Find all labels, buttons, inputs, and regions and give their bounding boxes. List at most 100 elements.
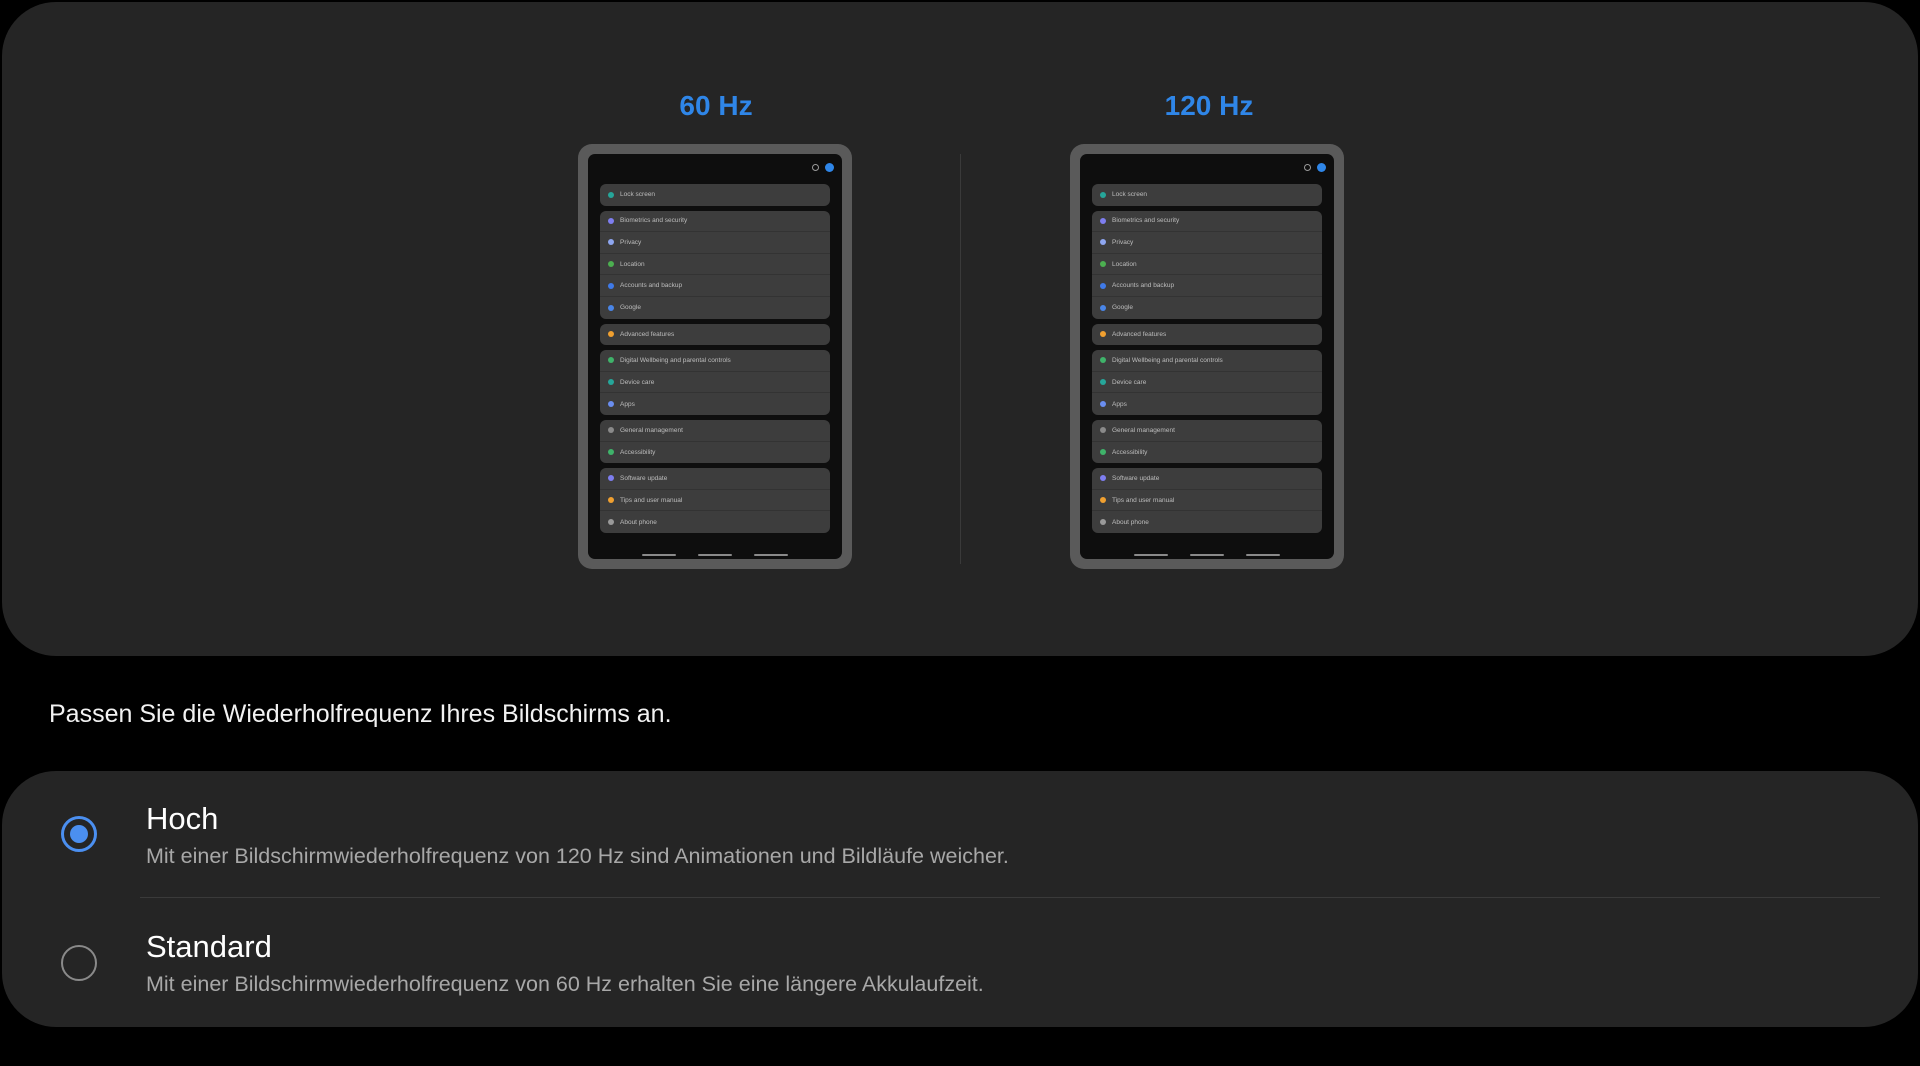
settings-row: Digital Wellbeing and parental controls [1092, 350, 1322, 372]
settings-group: Software update Tips and user manual About… [1092, 468, 1322, 533]
settings-row: Location [1092, 254, 1322, 276]
setting-dot-icon [1100, 427, 1106, 434]
settings-row-label: Google [620, 304, 641, 312]
settings-row-label: Accessibility [620, 448, 656, 456]
settings-row-label: Lock screen [620, 191, 656, 199]
navigation-bar [1080, 554, 1334, 556]
settings-row: Google [600, 297, 830, 319]
divider [960, 154, 961, 564]
setting-dot-icon [1100, 261, 1106, 268]
search-icon [1304, 164, 1311, 171]
label-60hz: 60 Hz [679, 90, 753, 121]
setting-dot-icon [1100, 217, 1106, 224]
settings-row-label: Location [1112, 260, 1137, 268]
settings-row: Lock screen [1092, 184, 1322, 206]
settings-row: Advanced features [600, 324, 830, 346]
radio-standard[interactable] [61, 945, 97, 981]
setting-dot-icon [608, 282, 614, 289]
settings-row-label: General management [1112, 426, 1175, 434]
setting-dot-icon [608, 191, 614, 198]
settings-group: Digital Wellbeing and parental controls D… [600, 350, 830, 415]
setting-dot-icon [1100, 475, 1106, 482]
settings-row-label: Software update [620, 474, 668, 482]
setting-dot-icon [1100, 379, 1106, 386]
settings-row: Tips and user manual [600, 490, 830, 512]
label-120hz: 120 Hz [1164, 90, 1254, 121]
settings-list: Lock screen Biometrics and security Privac… [600, 184, 830, 538]
setting-dot-icon [608, 357, 614, 364]
radio-high[interactable] [61, 816, 97, 852]
settings-row: General management [600, 420, 830, 442]
settings-row-label: Privacy [620, 238, 642, 246]
settings-group: Lock screen [600, 184, 830, 206]
settings-group: General management Accessibility [1092, 419, 1322, 464]
settings-row: Apps [600, 393, 830, 415]
option-divider [140, 897, 1880, 898]
settings-row: Tips and user manual [1092, 490, 1322, 512]
option-standard-description: Mit einer Bildschirmwiederholfrequenz vo… [146, 972, 984, 996]
option-standard[interactable]: Standard Mit einer Bildschirmwiederholfr… [2, 899, 1918, 1027]
settings-row-label: Location [620, 260, 645, 268]
settings-row-label: Advanced features [620, 330, 675, 338]
settings-row: Apps [1092, 393, 1322, 415]
settings-row: Privacy [600, 232, 830, 254]
settings-list: Lock screen Biometrics and security Privac… [1092, 184, 1322, 538]
settings-row-label: Software update [1112, 474, 1160, 482]
refresh-rate-options: Hoch Mit einer Bildschirmwiederholfreque… [2, 771, 1918, 1027]
option-high[interactable]: Hoch Mit einer Bildschirmwiederholfreque… [2, 771, 1918, 899]
settings-row-label: About phone [1112, 518, 1149, 526]
option-standard-title: Standard [146, 929, 272, 964]
setting-dot-icon [1100, 239, 1106, 246]
settings-row-label: Accessibility [1112, 448, 1148, 456]
settings-group: Digital Wellbeing and parental controls D… [1092, 350, 1322, 415]
settings-group: Advanced features [1092, 323, 1322, 346]
settings-row-label: Device care [620, 378, 655, 386]
settings-row: Software update [1092, 468, 1322, 490]
settings-group: General management Accessibility [600, 419, 830, 464]
setting-dot-icon [608, 497, 614, 504]
setting-dot-icon [608, 449, 614, 456]
tablet-preview-60hz: Lock screen Biometrics and security Privac… [578, 144, 852, 569]
settings-row: Accessibility [600, 442, 830, 464]
refresh-rate-caption: Passen Sie die Wiederholfrequenz Ihres B… [49, 700, 672, 728]
settings-row: Accessibility [1092, 442, 1322, 464]
setting-dot-icon [608, 401, 614, 408]
setting-dot-icon [1100, 401, 1106, 408]
setting-dot-icon [608, 331, 614, 338]
setting-dot-icon [1100, 449, 1106, 456]
option-high-title: Hoch [146, 801, 219, 836]
tablet-screen: Lock screen Biometrics and security Privac… [588, 154, 842, 559]
tablet-screen: Lock screen Biometrics and security Privac… [1080, 154, 1334, 559]
settings-row-label: Privacy [1112, 238, 1134, 246]
setting-dot-icon [608, 304, 614, 311]
avatar [1317, 163, 1326, 172]
settings-group: Software update Tips and user manual About… [600, 468, 830, 533]
settings-row: About phone [600, 511, 830, 533]
settings-row-label: General management [620, 426, 683, 434]
settings-row-label: Accounts and backup [1112, 282, 1175, 290]
settings-group: Advanced features [600, 323, 830, 346]
settings-row-label: Google [1112, 304, 1133, 312]
avatar [825, 163, 834, 172]
settings-row-label: Device care [1112, 378, 1147, 386]
settings-row-label: Tips and user manual [1112, 496, 1175, 504]
settings-row-label: Biometrics and security [1112, 217, 1180, 225]
settings-row: Biometrics and security [1092, 211, 1322, 233]
settings-row-label: Tips and user manual [620, 496, 683, 504]
setting-dot-icon [608, 519, 614, 526]
setting-dot-icon [1100, 304, 1106, 311]
settings-row-label: Digital Wellbeing and parental controls [1112, 356, 1223, 364]
settings-row-label: Advanced features [1112, 330, 1167, 338]
search-icon [812, 164, 819, 171]
setting-dot-icon [1100, 357, 1106, 364]
option-high-description: Mit einer Bildschirmwiederholfrequenz vo… [146, 844, 1009, 868]
settings-row: Device care [600, 372, 830, 394]
settings-group: Lock screen [1092, 184, 1322, 206]
refresh-rate-preview-card: 60 Hz 120 Hz Lock screen Biometrics and s… [2, 2, 1918, 656]
navigation-bar [588, 554, 842, 556]
setting-dot-icon [1100, 497, 1106, 504]
setting-dot-icon [608, 239, 614, 246]
setting-dot-icon [608, 427, 614, 434]
settings-group: Biometrics and security Privacy Location Ac… [1092, 210, 1322, 319]
settings-row: About phone [1092, 511, 1322, 533]
